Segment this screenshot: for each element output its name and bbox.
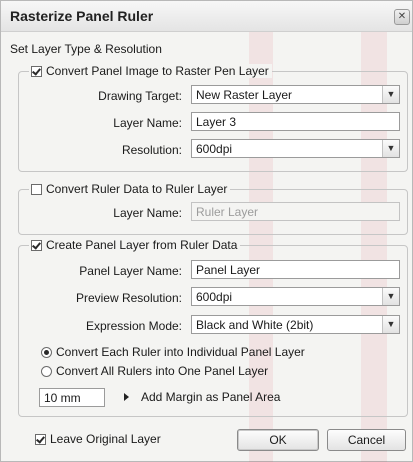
- dialog-title: Rasterize Panel Ruler: [10, 8, 154, 24]
- chevron-down-icon[interactable]: ▼: [382, 140, 399, 157]
- ok-button[interactable]: OK: [237, 429, 319, 451]
- margin-label: Add Margin as Panel Area: [141, 390, 281, 404]
- raster-layer-checkbox[interactable]: [31, 65, 42, 77]
- panel-layer-checkbox-row[interactable]: Create Panel Layer from Ruler Data: [29, 238, 241, 252]
- rasterize-panel-ruler-dialog: Rasterize Panel Ruler ✕ Set Layer Type &…: [0, 0, 413, 462]
- drawing-target-select[interactable]: New Raster Layer ▼: [191, 85, 400, 104]
- panel-layer-name-input[interactable]: Panel Layer: [191, 260, 400, 279]
- margin-value: 10 mm: [44, 391, 81, 405]
- resolution-label: Resolution:: [121, 143, 182, 157]
- preview-resolution-label: Preview Resolution:: [75, 291, 182, 305]
- section-heading: Set Layer Type & Resolution: [10, 42, 162, 56]
- leave-original-row[interactable]: Leave Original Layer: [35, 432, 161, 446]
- ruler-layer-name-placeholder: Ruler Layer: [196, 205, 259, 219]
- chevron-down-icon[interactable]: ▼: [382, 316, 399, 333]
- radio-one-row[interactable]: Convert All Rulers into One Panel Layer: [41, 364, 268, 378]
- ruler-layer-name-input: Ruler Layer: [191, 202, 400, 221]
- ruler-layer-name-label: Layer Name:: [113, 206, 182, 220]
- layer-name-label: Layer Name:: [113, 116, 182, 130]
- drawing-target-label: Drawing Target:: [98, 89, 182, 103]
- layer-name-input[interactable]: Layer 3: [191, 112, 400, 131]
- title-bar: Rasterize Panel Ruler ✕: [1, 1, 412, 32]
- raster-layer-checkbox-label: Convert Panel Image to Raster Pen Layer: [46, 64, 269, 78]
- radio-individual-label: Convert Each Ruler into Individual Panel…: [56, 345, 305, 359]
- margin-input[interactable]: 10 mm: [39, 388, 105, 407]
- ruler-layer-checkbox-row[interactable]: Convert Ruler Data to Ruler Layer: [29, 182, 231, 196]
- radio-individual[interactable]: [41, 346, 52, 358]
- ruler-layer-checkbox[interactable]: [31, 183, 42, 195]
- expression-mode-value: Black and White (2bit): [196, 318, 314, 332]
- expression-mode-label: Expression Mode:: [85, 319, 182, 333]
- layer-name-value: Layer 3: [196, 115, 237, 129]
- chevron-down-icon[interactable]: ▼: [382, 288, 399, 305]
- expression-mode-select[interactable]: Black and White (2bit) ▼: [191, 315, 400, 334]
- preview-resolution-value: 600dpi: [196, 290, 233, 304]
- chevron-down-icon[interactable]: ▼: [382, 86, 399, 103]
- leave-original-checkbox[interactable]: [35, 433, 46, 445]
- ruler-layer-checkbox-label: Convert Ruler Data to Ruler Layer: [46, 182, 228, 196]
- drawing-target-value: New Raster Layer: [196, 88, 293, 102]
- raster-layer-checkbox-row[interactable]: Convert Panel Image to Raster Pen Layer: [29, 64, 272, 78]
- resolution-select[interactable]: 600dpi ▼: [191, 139, 400, 158]
- resolution-value: 600dpi: [196, 142, 233, 156]
- radio-one-label: Convert All Rulers into One Panel Layer: [56, 364, 269, 378]
- panel-layer-checkbox[interactable]: [31, 239, 42, 251]
- preview-resolution-select[interactable]: 600dpi ▼: [191, 287, 400, 306]
- radio-one[interactable]: [41, 365, 52, 377]
- cancel-button[interactable]: Cancel: [327, 429, 406, 451]
- radio-individual-row[interactable]: Convert Each Ruler into Individual Panel…: [41, 345, 305, 359]
- panel-layer-name-label: Panel Layer Name:: [79, 264, 182, 278]
- panel-layer-checkbox-label: Create Panel Layer from Ruler Data: [46, 238, 238, 252]
- panel-layer-name-value: Panel Layer: [196, 263, 261, 277]
- close-icon[interactable]: ✕: [394, 9, 410, 25]
- play-arrow-icon[interactable]: [124, 393, 129, 401]
- leave-original-label: Leave Original Layer: [50, 432, 161, 446]
